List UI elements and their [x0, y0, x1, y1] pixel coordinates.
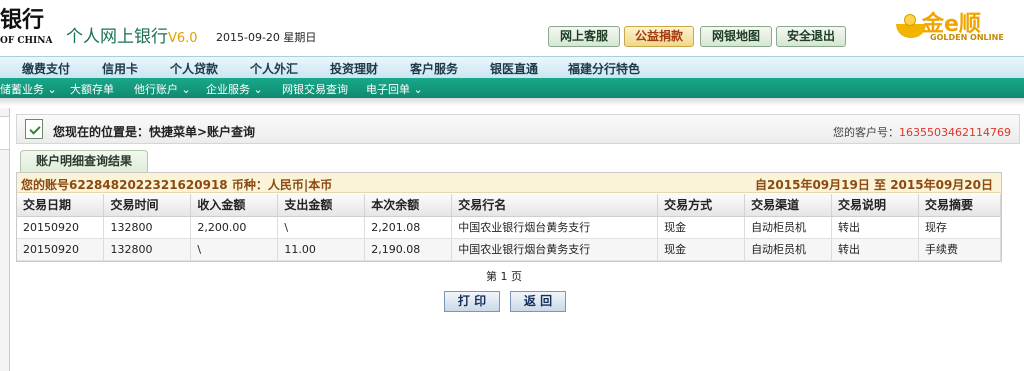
subnav-large-deposit[interactable]: 大额存单: [70, 81, 114, 97]
col-header-balance: 本次余额: [364, 194, 453, 217]
main-nav: 缴费支付 信用卡 个人贷款 个人外汇 投资理财 客户服务 银医直通 福建分行特色: [0, 56, 1024, 78]
cell-description: 转出: [831, 216, 919, 239]
cell-income: 2,200.00: [190, 216, 279, 239]
subnav-enterprise[interactable]: 企业服务 ⌄: [206, 81, 263, 97]
app-version: V6.0: [168, 31, 198, 46]
col-header-method: 交易方式: [657, 194, 746, 217]
col-header-income: 收入金额: [190, 194, 279, 217]
subnav-transaction-query[interactable]: 网银交易查询: [282, 81, 348, 97]
cell-date: 20150920: [17, 238, 105, 261]
account-info: 您的账号6228482022321620918 币种：人民币|本币: [21, 178, 333, 192]
app-title: 个人网上银行V6.0: [66, 22, 198, 47]
nav-shadow: [0, 98, 1024, 106]
app-title-text: 个人网上银行: [66, 27, 168, 47]
cell-summary: 现存: [918, 216, 1002, 239]
customer-number: 您的客户号：1635503462114769: [833, 124, 1011, 140]
page-number: 第 1 页: [486, 270, 522, 283]
cell-bank-name: 中国农业银行烟台黄务支行: [451, 216, 659, 239]
table-header-row: 交易日期 交易时间 收入金额 支出金额 本次余额 交易行名 交易方式 交易渠道 …: [17, 194, 1002, 217]
golden-online-logo: 金e顺 GOLDEN ONLINE: [892, 8, 1018, 48]
cell-date: 20150920: [17, 216, 105, 239]
col-header-expense: 支出金额: [277, 194, 366, 217]
logo-coin-icon: [904, 14, 916, 26]
nav-foreign-exchange[interactable]: 个人外汇: [250, 60, 298, 77]
nav-customer-service[interactable]: 客户服务: [410, 60, 458, 77]
account-info-bar: 您的账号6228482022321620918 币种：人民币|本币 自2015年…: [17, 173, 1001, 193]
cell-description: 转出: [831, 238, 919, 261]
cell-summary: 手续费: [918, 238, 1002, 261]
customer-number-label: 您的客户号：: [833, 126, 900, 139]
nav-investment[interactable]: 投资理财: [330, 60, 378, 77]
print-button[interactable]: 打 印: [444, 291, 500, 312]
nav-payment[interactable]: 缴费支付: [22, 60, 70, 77]
customer-number-value: 1635503462114769: [899, 126, 1011, 139]
back-button[interactable]: 返 回: [510, 291, 566, 312]
col-header-time: 交易时间: [103, 194, 192, 217]
result-panel: 您的账号6228482022321620918 币种：人民币|本币 自2015年…: [16, 172, 1002, 262]
nav-credit-card[interactable]: 信用卡: [102, 60, 138, 77]
cell-balance: 2,190.08: [364, 238, 453, 261]
col-header-date: 交易日期: [17, 194, 105, 217]
bank-english-name: OF CHINA: [0, 36, 53, 46]
subnav-e-receipt[interactable]: 电子回单 ⌄: [366, 81, 423, 97]
cell-time: 132800: [103, 216, 192, 239]
col-header-description: 交易说明: [831, 194, 919, 217]
logout-button[interactable]: 安全退出: [776, 26, 846, 47]
cell-time: 132800: [103, 238, 192, 261]
col-header-channel: 交易渠道: [744, 194, 833, 217]
charity-donation-button[interactable]: 公益捐款: [624, 26, 694, 47]
cell-expense: 11.00: [277, 238, 366, 261]
cell-channel: 自动柜员机: [744, 238, 833, 261]
cell-method: 现金: [657, 216, 746, 239]
date-range: 自2015年09月19日 至 2015年09月20日: [755, 178, 993, 192]
left-panel: [0, 108, 10, 371]
breadcrumb: 您现在的位置是：快捷菜单>账户查询: [53, 125, 256, 139]
col-header-summary: 交易摘要: [918, 194, 1002, 217]
location-bar: 您现在的位置是：快捷菜单>账户查询 您的客户号：1635503462114769: [16, 114, 1020, 144]
branch-map-button[interactable]: 网银地图: [700, 26, 772, 47]
nav-medical-direct[interactable]: 银医直通: [490, 60, 538, 77]
subnav-other-bank-account[interactable]: 他行账户 ⌄: [134, 81, 191, 97]
bank-name: 银行: [0, 7, 45, 33]
current-date: 2015-09-20 星期日: [216, 31, 317, 44]
cell-method: 现金: [657, 238, 746, 261]
tab-account-detail-result[interactable]: 账户明细查询结果: [20, 150, 148, 172]
table-row: 20150920 132800 \ 11.00 2,190.08 中国农业银行烟…: [17, 238, 1002, 261]
nav-fujian-branch[interactable]: 福建分行特色: [568, 60, 640, 77]
header: 银行 OF CHINA 个人网上银行V6.0 2015-09-20 星期日 网上…: [0, 0, 1024, 52]
sub-nav: 储蓄业务 ⌄ 大额存单 他行账户 ⌄ 企业服务 ⌄ 网银交易查询 电子回单 ⌄: [0, 78, 1024, 98]
cell-income: \: [190, 238, 279, 261]
cell-expense: \: [277, 216, 366, 239]
nav-personal-loan[interactable]: 个人贷款: [170, 60, 218, 77]
col-header-bank-name: 交易行名: [451, 194, 659, 217]
subnav-savings[interactable]: 储蓄业务 ⌄: [0, 81, 57, 97]
table-row: 20150920 132800 2,200.00 \ 2,201.08 中国农业…: [17, 216, 1002, 239]
transaction-table: 交易日期 交易时间 收入金额 支出金额 本次余额 交易行名 交易方式 交易渠道 …: [17, 194, 1002, 261]
cell-bank-name: 中国农业银行烟台黄务支行: [451, 238, 659, 261]
cell-balance: 2,201.08: [364, 216, 453, 239]
left-panel-tab[interactable]: [0, 116, 10, 150]
logo-subtext: GOLDEN ONLINE: [930, 33, 1004, 42]
cell-channel: 自动柜员机: [744, 216, 833, 239]
online-service-button[interactable]: 网上客服: [548, 26, 620, 47]
location-icon: [25, 119, 43, 139]
